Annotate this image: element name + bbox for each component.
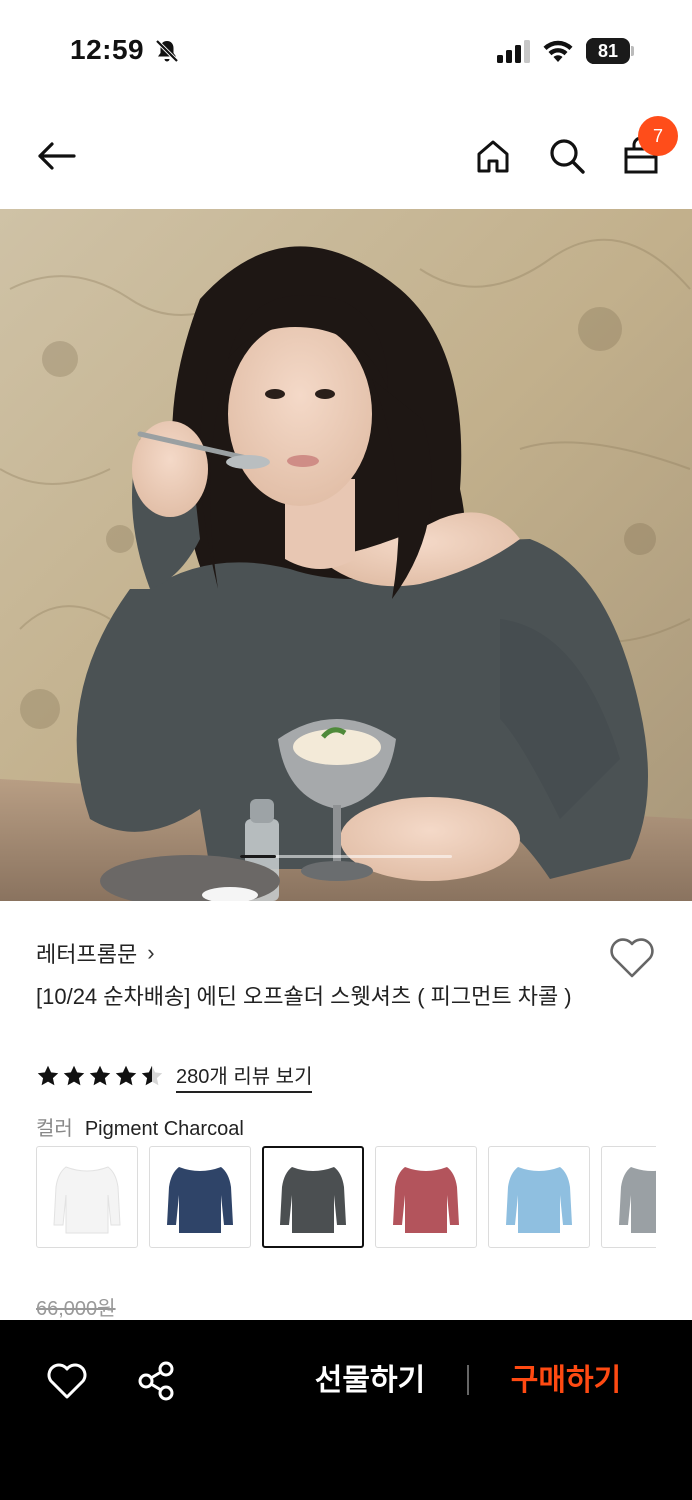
search-button[interactable] bbox=[541, 130, 593, 182]
sweatshirt-thumbnail bbox=[53, 1166, 121, 1234]
home-button[interactable] bbox=[467, 130, 519, 182]
status-bar: 12:59 81 bbox=[0, 0, 692, 100]
sweatshirt-thumbnail bbox=[280, 1167, 346, 1233]
battery-cap bbox=[631, 46, 634, 56]
sweatshirt-thumbnail bbox=[393, 1167, 459, 1233]
image-pager bbox=[240, 855, 452, 858]
rating-stars bbox=[36, 1064, 164, 1088]
color-swatch[interactable] bbox=[488, 1146, 590, 1248]
status-time: 12:59 bbox=[70, 34, 145, 65]
sweatshirt-thumbnail bbox=[506, 1167, 572, 1233]
selected-color-name: Pigment Charcoal bbox=[84, 1118, 244, 1140]
color-swatch-list bbox=[36, 1146, 656, 1248]
image-pager-active bbox=[240, 855, 277, 858]
heart-icon[interactable] bbox=[44, 1358, 90, 1404]
review-link[interactable]: 280개 리뷰 보기 bbox=[176, 1060, 313, 1093]
cart-count-badge: 7 bbox=[638, 116, 678, 156]
gift-button[interactable]: 선물하기 bbox=[300, 1356, 440, 1406]
battery-level: 81 bbox=[597, 41, 619, 61]
color-swatch[interactable] bbox=[375, 1146, 477, 1248]
battery-icon: 81 bbox=[586, 38, 634, 64]
color-label: 컬러 bbox=[36, 1118, 73, 1140]
star-icon bbox=[115, 1065, 137, 1086]
home-icon bbox=[477, 140, 509, 173]
bottom-action-bar: 선물하기 구매하기 bbox=[0, 1320, 692, 1500]
product-title: [10/24 순차배송] 에딘 오프숄더 스웻셔츠 ( 피그먼트 차콜 ) bbox=[36, 984, 572, 1009]
sweatshirt-thumbnail bbox=[167, 1167, 233, 1233]
bottom-divider bbox=[467, 1365, 469, 1395]
rating-row: 280개 리뷰 보기 bbox=[36, 1060, 313, 1093]
buy-button[interactable]: 구매하기 bbox=[496, 1356, 636, 1406]
color-swatch[interactable] bbox=[601, 1146, 656, 1248]
bell-muted-icon bbox=[155, 39, 179, 63]
share-icon[interactable] bbox=[134, 1358, 180, 1404]
search-icon bbox=[550, 139, 585, 174]
wishlist-heart-button[interactable] bbox=[606, 932, 658, 984]
color-option-row: 컬러 Pigment Charcoal bbox=[36, 1112, 244, 1141]
original-price: 66,000원 bbox=[36, 1298, 116, 1320]
brand-link[interactable]: 레터프롬문 › bbox=[36, 937, 155, 969]
brand-name: 레터프롬문 bbox=[36, 942, 138, 967]
back-button[interactable] bbox=[30, 130, 82, 182]
star-icon bbox=[89, 1065, 111, 1086]
back-arrow-icon bbox=[38, 142, 76, 170]
color-swatch[interactable] bbox=[149, 1146, 251, 1248]
color-swatch[interactable] bbox=[36, 1146, 138, 1248]
cellular-signal-icon bbox=[497, 40, 530, 63]
sweatshirt-thumbnail bbox=[619, 1167, 656, 1233]
star-icon bbox=[141, 1065, 163, 1086]
star-icon bbox=[63, 1065, 85, 1086]
product-photo bbox=[0, 209, 692, 901]
wifi-icon bbox=[543, 40, 573, 62]
color-swatch[interactable] bbox=[262, 1146, 364, 1248]
star-icon bbox=[37, 1065, 59, 1086]
product-image[interactable] bbox=[0, 209, 692, 901]
chevron-right-icon: › bbox=[147, 940, 155, 965]
